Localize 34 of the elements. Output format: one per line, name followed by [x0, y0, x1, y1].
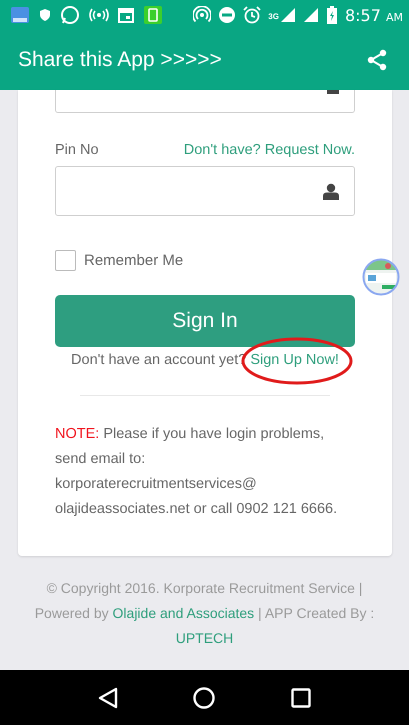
chat-bubble-icon [60, 5, 80, 25]
calendar-icon [118, 7, 134, 23]
checkbox-label: Remember Me [84, 252, 184, 269]
checkbox[interactable] [55, 250, 76, 271]
link[interactable]: Olajide and Associates [112, 605, 254, 621]
back-icon[interactable] [98, 686, 118, 708]
shield-icon [39, 8, 51, 22]
signal-icon [302, 7, 319, 23]
footer-text: © Copyright 2016. Korporate Recruitment Service | Powered by Olajide and Associates | APP Created By : UPTECH [34, 579, 376, 648]
signal-icon [280, 7, 296, 23]
recent-apps-icon[interactable] [291, 688, 312, 708]
app-icon [10, 6, 30, 24]
request-link[interactable]: Don't have? Request Now. [184, 142, 355, 158]
sign-in-button[interactable]: Sign In [55, 295, 355, 347]
app-title[interactable]: Share this App >>>>> [18, 48, 222, 72]
note-line: send email to: [55, 450, 146, 469]
note-line: korporaterecruitmentservices@ [55, 475, 258, 494]
do-not-disturb-icon [218, 6, 236, 24]
clock: 8:57 AM [344, 6, 403, 24]
network-type-label: 3G [268, 12, 279, 20]
input-field[interactable] [55, 90, 355, 113]
home-icon[interactable] [193, 686, 216, 708]
hotspot-icon [193, 6, 212, 24]
broadcast-icon [89, 8, 109, 22]
alarm-icon [243, 6, 262, 24]
user-icon [323, 182, 339, 200]
link[interactable]: UPTECH [176, 630, 234, 646]
pin-field[interactable] [55, 166, 355, 216]
field-label: Pin No [55, 142, 99, 158]
share-icon[interactable] [365, 48, 389, 72]
phone-app-icon [143, 5, 163, 25]
note-line: olajideassociates.net or call 0902 121 6666. [55, 500, 338, 519]
battery-charging-icon [326, 6, 338, 24]
note-line: NOTE: Please if you have login problems, [55, 425, 326, 444]
